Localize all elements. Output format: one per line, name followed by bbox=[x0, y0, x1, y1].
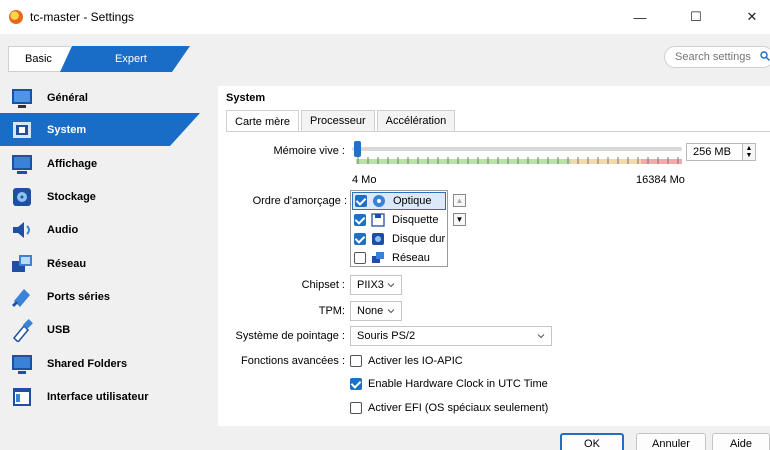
hard-disk-icon bbox=[372, 233, 384, 245]
sidebar-item-label: Affichage bbox=[47, 157, 98, 170]
chipset-select[interactable]: PIIX3 bbox=[350, 275, 402, 295]
minimize-button[interactable]: — bbox=[620, 4, 660, 30]
sidebar-item-label: Réseau bbox=[47, 257, 87, 270]
tpm-label: TPM: bbox=[318, 305, 345, 317]
efi-label: Activer EFI (OS spéciaux seulement) bbox=[368, 402, 549, 414]
title-bar: tc-master - Settings — ☐ ✕ bbox=[0, 0, 770, 34]
tab-motherboard[interactable]: Carte mère bbox=[226, 110, 300, 132]
tab-divider bbox=[226, 131, 770, 132]
general-icon bbox=[12, 88, 32, 108]
boot-item-label: Optique bbox=[393, 195, 432, 207]
ok-button[interactable]: OK bbox=[560, 433, 624, 450]
tpm-value: None bbox=[357, 305, 384, 317]
pointing-device-select[interactable]: Souris PS/2 bbox=[350, 326, 552, 346]
serial-ports-icon bbox=[12, 288, 30, 307]
network-icon bbox=[12, 254, 32, 272]
settings-panel bbox=[218, 86, 770, 426]
pointing-device-value: Souris PS/2 bbox=[357, 330, 416, 342]
sidebar-item-label: Général bbox=[47, 91, 88, 104]
sidebar-item-label: System bbox=[47, 123, 87, 136]
sidebar-item-label: USB bbox=[47, 323, 71, 336]
boot-item-floppy[interactable]: Disquette bbox=[352, 211, 446, 229]
usb-icon bbox=[12, 318, 33, 342]
optical-disc-icon bbox=[373, 195, 385, 207]
sidebar-item-display[interactable]: Affichage bbox=[0, 147, 200, 180]
checkbox[interactable] bbox=[354, 233, 366, 245]
boot-item-optical[interactable]: Optique bbox=[352, 192, 446, 210]
memory-spinner[interactable]: ▲ ▼ bbox=[742, 143, 756, 161]
virtualbox-app-icon bbox=[9, 10, 23, 24]
sidebar-item-label: Stockage bbox=[47, 190, 96, 203]
window-title: tc-master - Settings bbox=[30, 10, 135, 24]
ioapic-checkbox[interactable] bbox=[350, 355, 362, 367]
audio-icon bbox=[13, 221, 30, 238]
boot-item-network[interactable]: Réseau bbox=[352, 249, 446, 267]
chevron-down-icon bbox=[387, 309, 395, 314]
checkbox[interactable] bbox=[355, 195, 367, 207]
storage-icon bbox=[13, 187, 31, 206]
tab-bar: Carte mère Processeur Accélération bbox=[226, 110, 457, 132]
help-button[interactable]: Aide bbox=[712, 433, 770, 450]
chevron-down-icon bbox=[387, 283, 395, 288]
memory-slider-track[interactable] bbox=[352, 147, 682, 151]
chipset-value: PIIX3 bbox=[357, 279, 384, 291]
checkbox[interactable] bbox=[354, 214, 366, 226]
shared-folders-icon bbox=[12, 354, 32, 374]
checkbox[interactable] bbox=[354, 252, 366, 264]
efi-checkbox[interactable] bbox=[350, 402, 362, 414]
tpm-select[interactable]: None bbox=[350, 301, 402, 321]
memory-slider-scale bbox=[356, 157, 682, 164]
advanced-features-label: Fonctions avancées : bbox=[241, 355, 345, 367]
user-interface-icon bbox=[13, 387, 31, 406]
tab-processor[interactable]: Processeur bbox=[301, 110, 375, 131]
pointing-device-label: Système de pointage : bbox=[235, 330, 345, 342]
maximize-button[interactable]: ☐ bbox=[676, 4, 716, 30]
move-up-icon[interactable]: ▲ bbox=[453, 194, 466, 207]
sidebar-item-general[interactable]: Général bbox=[0, 81, 200, 114]
boot-order-label: Ordre d'amorçage : bbox=[252, 195, 347, 207]
expert-mode-button[interactable]: Expert bbox=[60, 46, 190, 72]
sidebar-item-user-interface[interactable]: Interface utilisateur bbox=[0, 380, 200, 413]
sidebar-item-label: Interface utilisateur bbox=[47, 390, 149, 403]
close-button[interactable]: ✕ bbox=[732, 4, 770, 30]
memory-max-label: 16384 Mo bbox=[636, 174, 685, 186]
memory-slider-thumb[interactable] bbox=[354, 141, 361, 157]
boot-item-hard-disk[interactable]: Disque dur bbox=[352, 230, 446, 248]
sidebar-item-label: Audio bbox=[47, 223, 79, 236]
sidebar-item-shared-folders[interactable]: Shared Folders bbox=[0, 347, 200, 380]
sidebar-item-serial-ports[interactable]: Ports séries bbox=[0, 280, 200, 313]
cancel-button[interactable]: Annuler bbox=[636, 433, 706, 450]
spinner-down-icon[interactable]: ▼ bbox=[746, 152, 753, 159]
section-title: System bbox=[226, 92, 266, 104]
sidebar-item-usb[interactable]: USB bbox=[0, 313, 200, 346]
boot-item-label: Disquette bbox=[392, 214, 439, 226]
search-icon[interactable] bbox=[760, 51, 770, 61]
boot-item-label: Disque dur bbox=[392, 233, 446, 245]
sidebar-item-label: Ports séries bbox=[47, 290, 110, 303]
boot-order-list: Optique Disquette Disque dur Réseau bbox=[350, 190, 448, 267]
sidebar-item-audio[interactable]: Audio bbox=[0, 213, 200, 246]
utc-clock-label: Enable Hardware Clock in UTC Time bbox=[368, 378, 548, 390]
expert-mode-label: Expert bbox=[115, 53, 147, 65]
sidebar-item-label: Shared Folders bbox=[47, 357, 128, 370]
chipset-label: Chipset : bbox=[301, 279, 345, 291]
sidebar-item-network[interactable]: Réseau bbox=[0, 247, 200, 280]
spinner-up-icon[interactable]: ▲ bbox=[746, 145, 753, 152]
chevron-down-icon bbox=[537, 334, 545, 339]
search-settings-input[interactable] bbox=[664, 46, 770, 68]
memory-min-label: 4 Mo bbox=[352, 174, 377, 186]
tab-acceleration[interactable]: Accélération bbox=[376, 110, 456, 131]
move-down-icon[interactable]: ▼ bbox=[453, 213, 466, 226]
sidebar-item-system[interactable]: System bbox=[0, 113, 200, 146]
system-icon bbox=[13, 121, 31, 138]
memory-label: Mémoire vive : bbox=[273, 145, 345, 157]
display-icon bbox=[12, 154, 32, 174]
network-icon bbox=[372, 252, 384, 263]
boot-item-label: Réseau bbox=[392, 252, 430, 264]
floppy-icon bbox=[371, 213, 385, 227]
utc-clock-checkbox[interactable] bbox=[350, 378, 362, 390]
ioapic-label: Activer les IO-APIC bbox=[368, 355, 463, 367]
sidebar-item-storage[interactable]: Stockage bbox=[0, 180, 200, 213]
